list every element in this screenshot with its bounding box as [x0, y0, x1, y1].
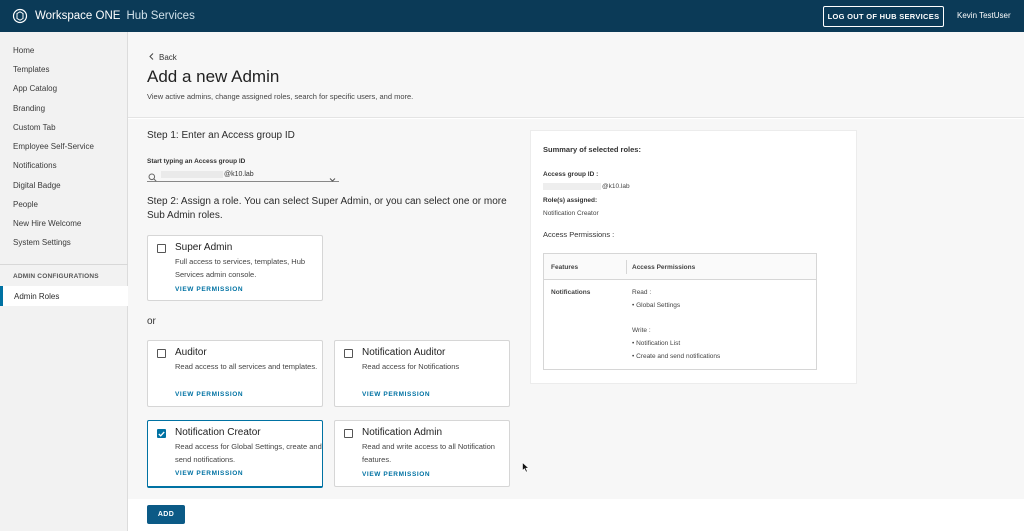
main-content: Back Add a new Admin View active admins,…	[128, 32, 1024, 531]
summary-title: Summary of selected roles:	[543, 145, 641, 154]
column-divider	[626, 260, 627, 274]
roles-assigned-value: Notification Creator	[543, 210, 599, 217]
product-name: Hub Services	[126, 10, 195, 22]
role-card-notification-creator[interactable]: Notification Creator Read access for Glo…	[147, 420, 323, 488]
sidebar-item-home[interactable]: Home	[13, 46, 34, 55]
sidebar-item-employee-self-service[interactable]: Employee Self-Service	[13, 142, 94, 151]
role-title: Notification Creator	[175, 427, 261, 438]
view-permission-link[interactable]: VIEW PERMISSION	[362, 471, 430, 478]
notification-auditor-checkbox[interactable]	[344, 349, 353, 358]
view-permission-link[interactable]: VIEW PERMISSION	[175, 470, 243, 477]
logout-button[interactable]: LOG OUT OF HUB SERVICES	[823, 6, 944, 27]
workspace-one-logo-icon	[12, 8, 28, 24]
role-description: Read access for Notifications	[362, 362, 460, 371]
view-permission-link[interactable]: VIEW PERMISSION	[175, 391, 243, 398]
or-separator: or	[147, 316, 156, 327]
user-name[interactable]: Kevin TestUser	[957, 11, 1011, 20]
sidebar-item-app-catalog[interactable]: App Catalog	[13, 84, 57, 93]
chevron-left-icon	[149, 53, 154, 62]
sidebar-item-branding[interactable]: Branding	[13, 104, 45, 113]
chevron-down-icon[interactable]	[329, 170, 336, 188]
list-item: • Create and send notifications	[632, 353, 721, 360]
role-description: Read access to all services and template…	[175, 362, 318, 371]
role-title: Notification Admin	[362, 427, 443, 438]
access-group-field-label: Start typing an Access group ID	[147, 158, 246, 165]
access-group-label: Access group ID :	[543, 171, 599, 178]
sidebar-item-people[interactable]: People	[13, 200, 38, 209]
roles-assigned-label: Role(s) assigned:	[543, 197, 598, 204]
super-admin-checkbox[interactable]	[157, 244, 166, 253]
sidebar-item-templates[interactable]: Templates	[13, 65, 49, 74]
access-group-value: @k10.lab	[224, 171, 254, 178]
access-permissions-title: Access Permissions :	[543, 230, 615, 239]
access-group-value: @k10.lab	[602, 183, 630, 190]
role-description: Read and write access to all Notificatio…	[362, 442, 495, 464]
read-label: Read :	[632, 289, 652, 296]
step2-heading: Step 2: Assign a role. You can select Su…	[147, 196, 507, 221]
role-title: Auditor	[175, 347, 207, 358]
page-subtitle: View active admins, change assigned role…	[147, 92, 414, 101]
sidebar-item-system-settings[interactable]: System Settings	[13, 238, 71, 247]
column-header-permissions: Access Permissions	[632, 264, 696, 271]
auditor-checkbox[interactable]	[157, 349, 166, 358]
add-button[interactable]: ADD	[147, 505, 185, 524]
page-header: Back Add a new Admin View active admins,…	[128, 32, 1024, 118]
mouse-pointer-icon	[522, 460, 530, 478]
role-card-auditor[interactable]: Auditor Read access to all services and …	[147, 340, 323, 407]
brand-name: Workspace ONE	[35, 10, 121, 22]
table-header: Features Access Permissions	[544, 254, 816, 280]
role-card-notification-admin[interactable]: Notification Admin Read and write access…	[334, 420, 510, 487]
notification-creator-checkbox[interactable]	[157, 429, 166, 438]
role-card-notification-auditor[interactable]: Notification Auditor Read access for Not…	[334, 340, 510, 407]
redacted-text	[161, 171, 223, 178]
sidebar-divider	[0, 264, 128, 265]
view-permission-link[interactable]: VIEW PERMISSION	[362, 391, 430, 398]
role-title: Super Admin	[175, 242, 233, 253]
back-link[interactable]: Back	[149, 53, 177, 62]
access-group-search-input[interactable]: @k10.lab	[147, 168, 339, 182]
sidebar-item-new-hire-welcome[interactable]: New Hire Welcome	[13, 219, 81, 228]
role-description: Full access to services, templates, Hub …	[175, 257, 306, 279]
checkmark-icon	[158, 431, 165, 437]
column-header-features: Features	[551, 264, 579, 271]
role-card-super-admin[interactable]: Super Admin Full access to services, tem…	[147, 235, 323, 301]
top-bar: Workspace ONE Hub Services LOG OUT OF HU…	[0, 0, 1024, 32]
role-title: Notification Auditor	[362, 347, 446, 358]
list-item: • Notification List	[632, 340, 681, 347]
redacted-text	[543, 183, 601, 190]
summary-panel: Summary of selected roles: Access group …	[530, 130, 857, 384]
list-item: • Global Settings	[632, 302, 681, 309]
back-label: Back	[159, 53, 177, 62]
view-permission-link[interactable]: VIEW PERMISSION	[175, 286, 243, 293]
feature-notifications: Notifications	[551, 289, 591, 296]
sidebar-item-label: Admin Roles	[14, 292, 60, 301]
search-icon	[148, 169, 157, 187]
write-label: Write :	[632, 327, 651, 334]
step1-heading: Step 1: Enter an Access group ID	[147, 130, 295, 141]
notification-admin-checkbox[interactable]	[344, 429, 353, 438]
sidebar-item-custom-tab[interactable]: Custom Tab	[13, 123, 56, 132]
sidebar: Home Templates App Catalog Branding Cust…	[0, 32, 128, 531]
sidebar-item-notifications[interactable]: Notifications	[13, 161, 57, 170]
page-title: Add a new Admin	[147, 67, 280, 86]
sidebar-section-title: ADMIN CONFIGURATIONS	[13, 273, 99, 280]
permissions-table: Features Access Permissions Notification…	[543, 253, 817, 370]
sidebar-item-digital-badge[interactable]: Digital Badge	[13, 181, 61, 190]
sidebar-item-admin-roles[interactable]: Admin Roles	[0, 286, 128, 306]
role-description: Read access for Global Settings, create …	[175, 442, 322, 464]
